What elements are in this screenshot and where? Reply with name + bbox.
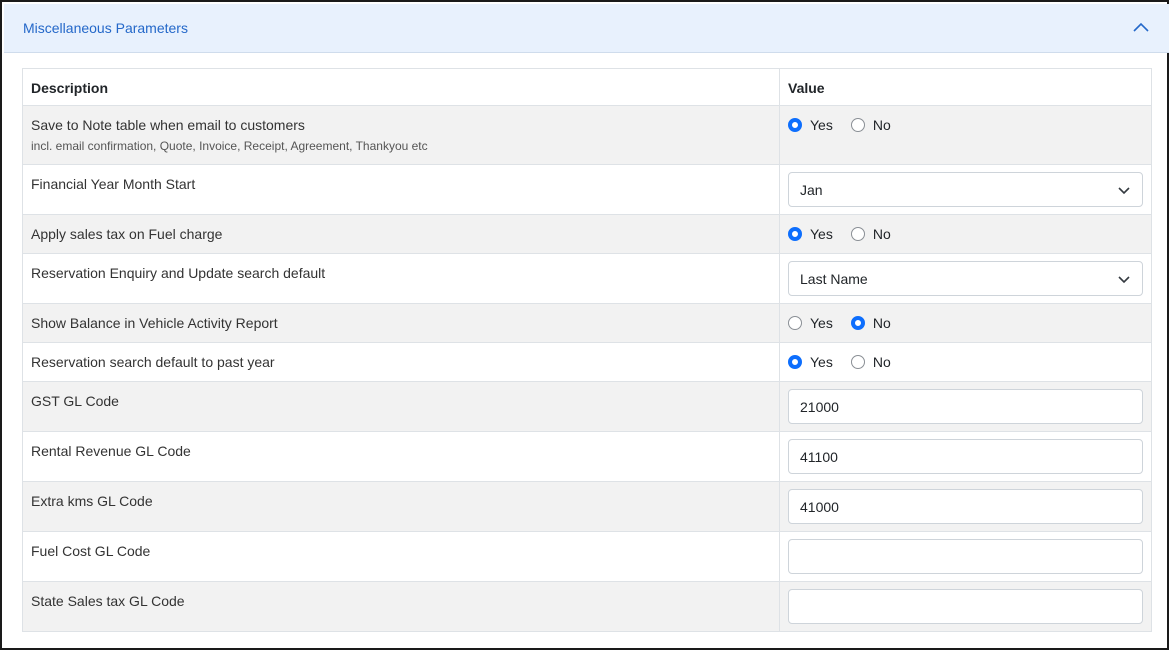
radio-yes[interactable]: Yes (788, 354, 833, 370)
rental-revenue-gl-code-input[interactable] (788, 439, 1143, 474)
chevron-down-icon (1118, 275, 1130, 283)
panel-header[interactable]: Miscellaneous Parameters (4, 4, 1169, 53)
table-row: Fuel Cost GL Code (22, 531, 1152, 582)
radio-yes[interactable]: Yes (788, 117, 833, 133)
row-label: State Sales tax GL Code (22, 581, 780, 632)
table-row: Save to Note table when email to custome… (22, 105, 1152, 165)
extra-kms-gl-code-input[interactable] (788, 489, 1143, 524)
save-note-radio-group: Yes No (788, 106, 1143, 143)
table-header-row: Description Value (22, 68, 1152, 106)
table-row: GST GL Code (22, 381, 1152, 432)
table-row: Reservation Enquiry and Update search de… (22, 253, 1152, 304)
state-sales-tax-gl-code-input[interactable] (788, 589, 1143, 624)
radio-button-yes[interactable] (788, 354, 802, 369)
header-value: Value (779, 68, 1152, 106)
row-label: Save to Note table when email to custome… (31, 117, 305, 133)
financial-year-month-select[interactable]: Jan (788, 172, 1143, 207)
fuel-cost-gl-code-input[interactable] (788, 539, 1143, 574)
search-default-select[interactable]: Last Name (788, 261, 1143, 296)
row-sublabel: incl. email confirmation, Quote, Invoice… (31, 139, 428, 153)
row-label: Reservation search default to past year (22, 342, 780, 382)
table-row: Extra kms GL Code (22, 481, 1152, 532)
row-label: GST GL Code (22, 381, 780, 432)
select-value: Jan (800, 181, 823, 198)
radio-button-yes[interactable] (788, 226, 802, 241)
past-year-radio-group: Yes No (788, 343, 1143, 380)
panel-title: Miscellaneous Parameters (23, 20, 188, 36)
select-value: Last Name (800, 270, 868, 287)
row-label: Reservation Enquiry and Update search de… (22, 253, 780, 304)
radio-button-no[interactable] (850, 117, 865, 132)
table-row: Apply sales tax on Fuel charge Yes No (22, 214, 1152, 254)
parameters-table: Description Value Save to Note table whe… (22, 68, 1152, 632)
show-balance-radio-group: Yes No (788, 304, 1143, 341)
radio-yes[interactable]: Yes (788, 315, 833, 331)
gst-gl-code-input[interactable] (788, 389, 1143, 424)
table-row: Financial Year Month Start Jan (22, 164, 1152, 215)
chevron-up-icon[interactable] (1132, 19, 1150, 37)
row-label: Extra kms GL Code (22, 481, 780, 532)
radio-no[interactable]: No (850, 315, 891, 331)
radio-no[interactable]: No (850, 117, 891, 133)
radio-button-no[interactable] (850, 226, 865, 241)
row-label: Show Balance in Vehicle Activity Report (22, 303, 780, 343)
radio-button-no[interactable] (850, 315, 865, 330)
chevron-down-icon (1118, 186, 1130, 194)
radio-yes[interactable]: Yes (788, 226, 833, 242)
fuel-tax-radio-group: Yes No (788, 215, 1143, 252)
radio-no[interactable]: No (850, 354, 891, 370)
radio-no[interactable]: No (850, 226, 891, 242)
row-label: Financial Year Month Start (22, 164, 780, 215)
table-row: Reservation search default to past year … (22, 342, 1152, 382)
radio-button-no[interactable] (850, 354, 865, 369)
header-description: Description (22, 68, 780, 106)
parameters-panel: Miscellaneous Parameters Description Val… (0, 0, 1169, 650)
table-row: Show Balance in Vehicle Activity Report … (22, 303, 1152, 343)
table-row: State Sales tax GL Code (22, 581, 1152, 632)
row-label: Apply sales tax on Fuel charge (22, 214, 780, 254)
table-row: Rental Revenue GL Code (22, 431, 1152, 482)
radio-button-yes[interactable] (788, 117, 802, 132)
row-label: Rental Revenue GL Code (22, 431, 780, 482)
row-label: Fuel Cost GL Code (22, 531, 780, 582)
radio-button-yes[interactable] (788, 315, 802, 330)
